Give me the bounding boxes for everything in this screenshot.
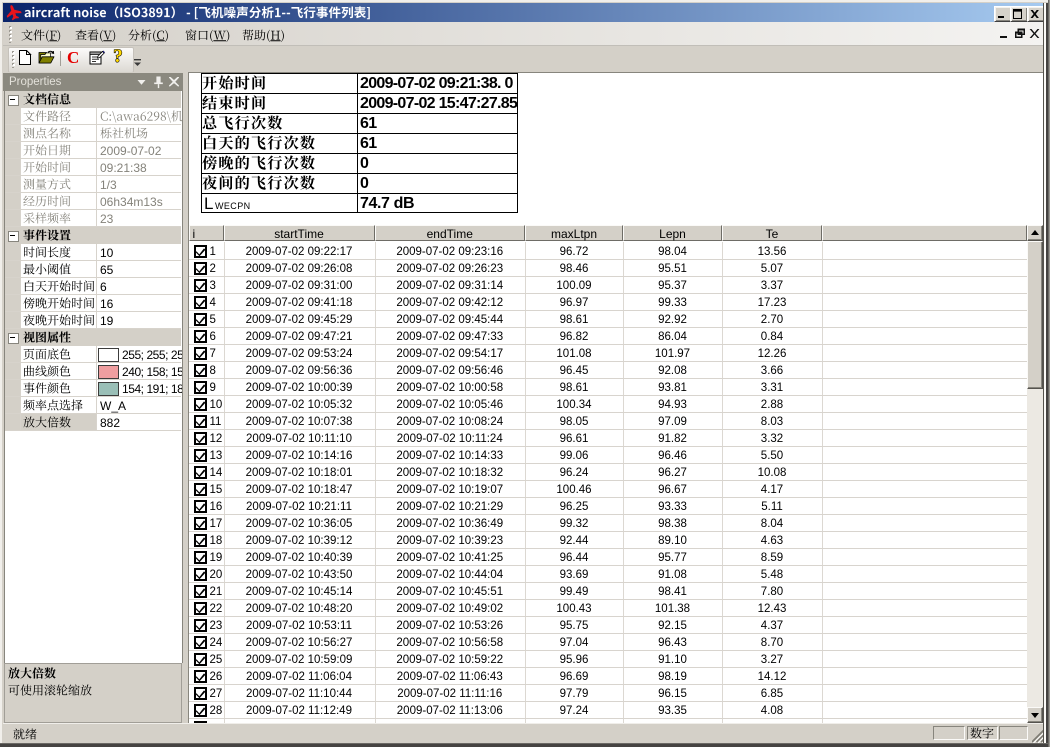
svg-text:?: ? bbox=[113, 48, 123, 66]
